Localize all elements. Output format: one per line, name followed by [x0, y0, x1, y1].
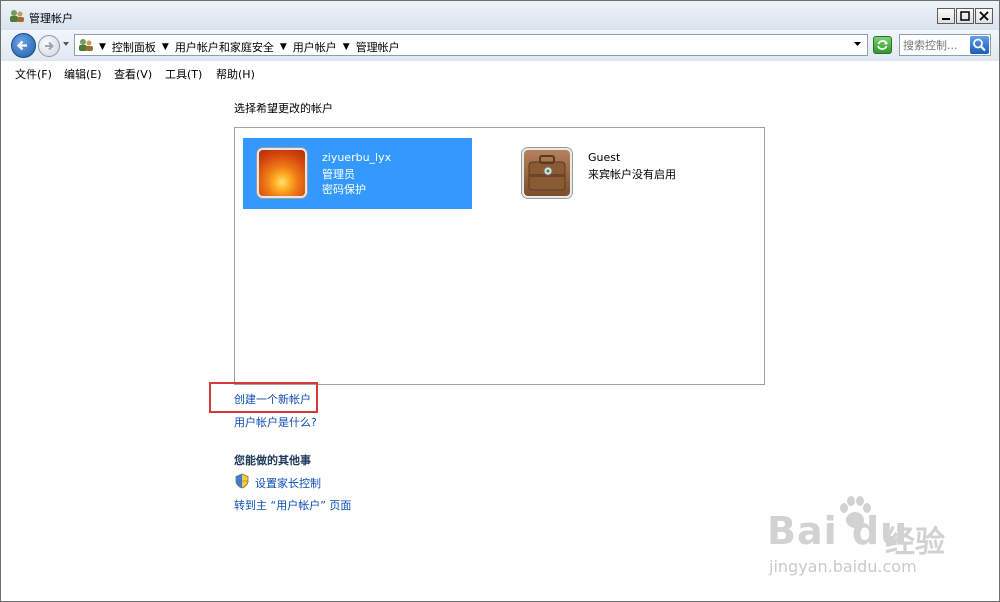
navigation-bar: ▼ 控制面板 ▼ 用户帐户和家庭安全 ▼ 用户帐户 ▼ 管理帐户 — [1, 30, 999, 62]
refresh-icon — [877, 40, 888, 50]
avatar — [522, 148, 572, 198]
watermark-cn: 经验 — [885, 525, 945, 560]
window-title: 管理帐户 — [29, 12, 73, 25]
account-name: Guest — [588, 151, 621, 164]
close-button[interactable] — [975, 8, 993, 24]
suitcase-picture — [524, 150, 570, 196]
arrow-left-icon — [16, 40, 27, 51]
arrow-right-icon — [45, 41, 54, 51]
refresh-button[interactable] — [873, 36, 892, 54]
breadcrumb-manage-accounts[interactable]: 管理帐户 — [356, 39, 400, 55]
watermark-url: jingyan.baidu.com — [769, 557, 917, 576]
what-is-user-account-link[interactable]: 用户帐户是什么? — [234, 414, 317, 430]
address-bar[interactable]: ▼ 控制面板 ▼ 用户帐户和家庭安全 ▼ 用户帐户 ▼ 管理帐户 — [74, 34, 868, 56]
account-status: 来宾帐户没有启用 — [588, 168, 676, 181]
maximize-icon — [960, 11, 970, 21]
watermark: Bai du 经验 jingyan.baidu.com — [767, 493, 967, 588]
breadcrumb-control-panel[interactable]: 控制面板 — [112, 39, 156, 55]
account-tile-guest[interactable]: Guest 来宾帐户没有启用 — [515, 138, 744, 209]
create-account-link[interactable]: 创建一个新帐户 — [234, 391, 311, 407]
search-input[interactable] — [903, 37, 969, 53]
account-name: ziyuerbu_lyx — [322, 151, 392, 164]
shield-icon — [235, 473, 249, 489]
main-user-accounts-link[interactable]: 转到主 “用户帐户” 页面 — [234, 497, 351, 513]
close-icon — [979, 11, 989, 21]
address-dropdown-icon[interactable] — [853, 40, 862, 48]
title-bar: 管理帐户 — [1, 1, 999, 31]
menu-tools[interactable]: 工具(T) — [165, 66, 202, 82]
window-controls — [937, 8, 993, 24]
avatar — [257, 148, 307, 198]
minimize-button[interactable] — [937, 8, 955, 24]
account-status: 密码保护 — [322, 183, 366, 196]
menu-edit[interactable]: 编辑(E) — [64, 66, 102, 82]
back-button[interactable] — [11, 33, 36, 58]
window: 管理帐户 ▼ 控制面板 ▼ 用户帐户和家庭安全 ▼ 用户帐户 ▼ 管理帐户 搜索… — [0, 0, 1000, 602]
minimize-icon — [942, 18, 950, 20]
chevron-down-icon[interactable]: ▼ — [343, 42, 350, 52]
search-button[interactable] — [970, 36, 989, 54]
history-dropdown-icon[interactable] — [62, 40, 70, 48]
breadcrumb-user-accounts[interactable]: 用户帐户 — [293, 39, 337, 55]
maximize-button[interactable] — [956, 8, 974, 24]
users-icon — [79, 39, 93, 51]
flower-picture — [259, 150, 305, 196]
search-box — [899, 34, 991, 56]
chevron-down-icon[interactable]: ▼ — [280, 42, 287, 52]
account-tile-admin[interactable]: ziyuerbu_lyx 管理员 密码保护 — [243, 138, 472, 209]
breadcrumb-user-accounts-family[interactable]: 用户帐户和家庭安全 — [175, 39, 274, 55]
search-icon — [973, 38, 986, 52]
menu-bar: 文件(F) 编辑(E) 查看(V) 工具(T) 帮助(H) — [1, 61, 999, 83]
menu-view[interactable]: 查看(V) — [114, 66, 152, 82]
chevron-down-icon[interactable]: ▼ — [162, 42, 169, 52]
other-tasks-title: 您能做的其他事 — [234, 454, 311, 467]
chevron-down-icon[interactable]: ▼ — [99, 42, 106, 52]
account-list: ziyuerbu_lyx 管理员 密码保护 Guest 来宾帐户没有启用 — [234, 127, 765, 385]
suitcase-icon — [528, 155, 566, 191]
parental-controls-link[interactable]: 设置家长控制 — [255, 475, 321, 491]
forward-button[interactable] — [38, 35, 60, 57]
breadcrumb: ▼ 控制面板 ▼ 用户帐户和家庭安全 ▼ 用户帐户 ▼ 管理帐户 — [99, 39, 400, 55]
menu-file[interactable]: 文件(F) — [15, 66, 52, 82]
page-heading: 选择希望更改的帐户 — [234, 102, 333, 115]
account-role: 管理员 — [322, 168, 355, 181]
users-icon — [10, 10, 24, 22]
menu-help[interactable]: 帮助(H) — [216, 66, 255, 82]
